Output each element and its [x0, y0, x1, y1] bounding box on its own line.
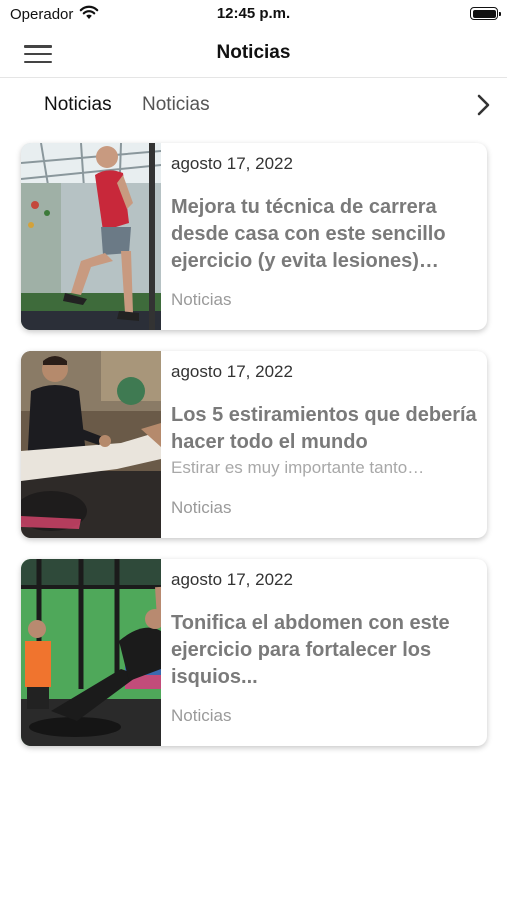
tab-noticias-2[interactable]: Noticias — [142, 94, 210, 116]
category-tabs: Noticias Noticias — [0, 82, 507, 128]
article-title: Tonifica el abdomen con este ejercicio p… — [171, 612, 450, 688]
article-category: Noticias — [171, 498, 232, 517]
article-card[interactable]: agosto 17, 2022 Tonifica el abdomen con … — [21, 559, 487, 746]
status-time: 12:45 p.m. — [216, 5, 291, 22]
article-thumbnail — [21, 351, 161, 538]
battery-icon — [470, 7, 501, 20]
article-date: agosto 17, 2022 — [171, 362, 293, 381]
article-thumbnail — [21, 559, 161, 746]
status-bar: Operador 12:45 p.m. — [0, 0, 507, 28]
article-title: Los 5 estiramientos que debería hacer to… — [171, 404, 477, 453]
article-title: Mejora tu técnica de carrera desde casa … — [171, 196, 446, 272]
tab-noticias-1[interactable]: Noticias — [44, 94, 112, 116]
article-thumbnail — [21, 143, 161, 330]
article-date: agosto 17, 2022 — [171, 570, 293, 589]
article-date: agosto 17, 2022 — [171, 154, 293, 173]
page-title: Noticias — [216, 42, 291, 63]
article-category: Noticias — [171, 290, 232, 309]
article-card[interactable]: agosto 17, 2022 Los 5 estiramientos que … — [21, 351, 487, 538]
article-excerpt: Estirar es muy importante tanto… — [171, 458, 425, 477]
article-card[interactable]: agosto 17, 2022 Mejora tu técnica de car… — [21, 143, 487, 330]
chevron-right-icon[interactable] — [471, 92, 495, 118]
article-list: agosto 17, 2022 Mejora tu técnica de car… — [21, 143, 487, 767]
navigation-bar: Noticias — [0, 30, 507, 78]
article-category: Noticias — [171, 706, 232, 725]
